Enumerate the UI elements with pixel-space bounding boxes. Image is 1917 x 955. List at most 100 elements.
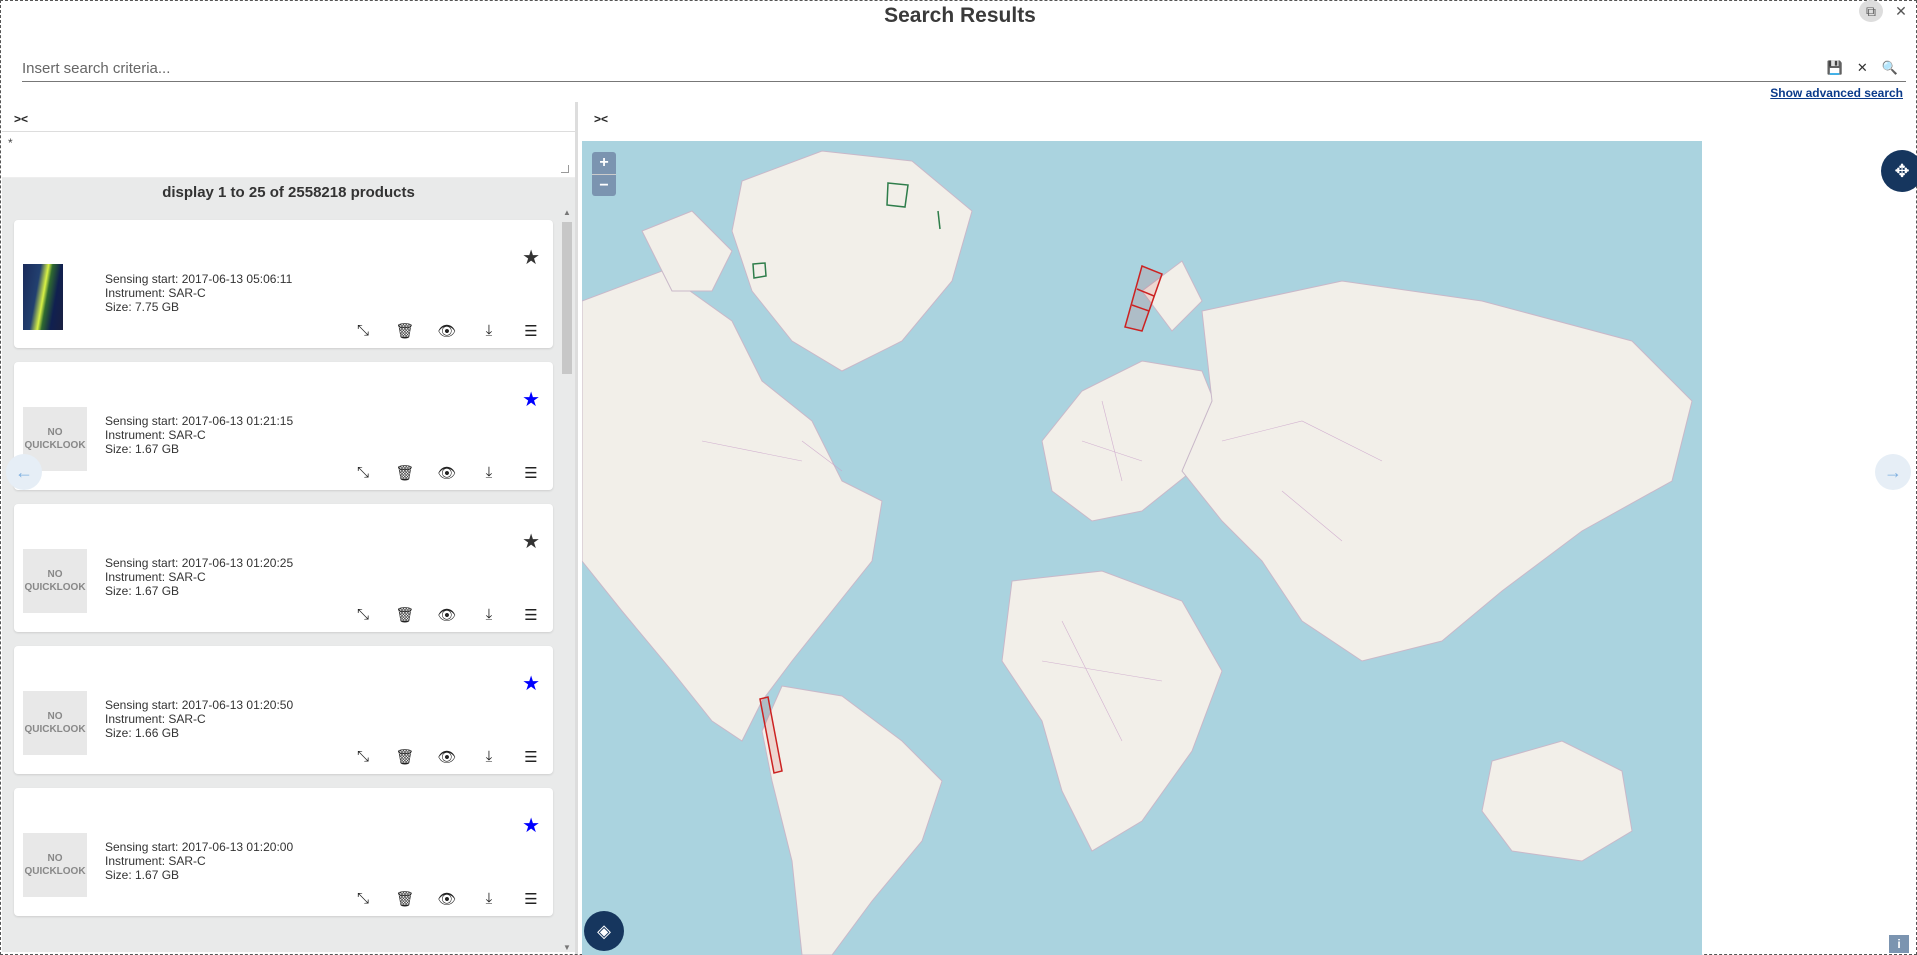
delete-icon[interactable]: 🗑 [395, 322, 415, 340]
product-instrument: Instrument: SAR-C [105, 428, 206, 442]
product-sensing: Sensing start: 2017-06-13 01:21:15 [105, 414, 294, 428]
product-sensing: Sensing start: 2017-06-13 01:20:50 [105, 698, 294, 712]
search-actions: 💾 ✕ 🔍 [1827, 60, 1898, 76]
zoom-to-footprint-icon[interactable]: ⤡ [353, 464, 373, 482]
close-icon[interactable]: ✕ [1889, 0, 1913, 22]
search-bar: 💾 ✕ 🔍 [22, 56, 1906, 82]
download-icon[interactable]: ⤓ [479, 606, 499, 624]
details-list-icon[interactable]: ☰ [521, 890, 541, 908]
view-icon[interactable]: 👁 [437, 606, 457, 624]
product-instrument: Instrument: SAR-C [105, 854, 206, 868]
zoom-out-button[interactable]: − [592, 174, 616, 196]
download-icon[interactable]: ⤓ [479, 464, 499, 482]
quicklook-text: NO QUICKLOOK [24, 711, 86, 735]
zoom-to-footprint-icon[interactable]: ⤡ [353, 890, 373, 908]
no-quicklook-placeholder[interactable]: NO QUICKLOOK [23, 691, 87, 755]
product-card[interactable]: NO QUICKLOOK Sensing start: 2017-06-13 01… [14, 504, 553, 632]
next-page-icon[interactable]: → [1875, 454, 1911, 490]
product-sensing: Sensing start: 2017-06-13 05:06:11 [105, 272, 293, 286]
download-icon[interactable]: ⤓ [479, 322, 499, 340]
product-size: Size: 7.75 GB [105, 300, 180, 314]
delete-icon[interactable]: 🗑 [395, 748, 415, 766]
view-icon[interactable]: 👁 [437, 890, 457, 908]
copy-icon[interactable]: ⧉ [1859, 0, 1883, 22]
advanced-search-link[interactable]: Show advanced search [1770, 86, 1903, 100]
product-instrument: Instrument: SAR-C [105, 712, 206, 726]
product-info: Sensing start: 2017-06-13 05:06:11 Instru… [105, 272, 292, 314]
product-info: Sensing start: 2017-06-13 01:20:50 Instru… [105, 698, 293, 740]
favorite-star-icon[interactable]: ★ [522, 671, 540, 696]
delete-icon[interactable]: 🗑 [395, 606, 415, 624]
product-card[interactable]: NO QUICKLOOK Sensing start: 2017-06-13 01… [14, 788, 553, 916]
view-icon[interactable]: 👁 [437, 748, 457, 766]
list-collapse-toggle[interactable]: >< [2, 102, 575, 132]
product-actions: ⤡ 🗑 👁 ⤓ ☰ [353, 890, 541, 908]
details-list-icon[interactable]: ☰ [521, 322, 541, 340]
product-size: Size: 1.66 GB [105, 726, 180, 740]
layers-icon[interactable]: ◈ [584, 911, 624, 951]
view-icon[interactable]: 👁 [437, 322, 457, 340]
search-input[interactable] [22, 56, 1802, 80]
scroll-thumb[interactable] [562, 222, 572, 374]
details-list-icon[interactable]: ☰ [521, 464, 541, 482]
map-panel: >< + − ◈ i [582, 102, 1917, 955]
product-sensing: Sensing start: 2017-06-13 01:20:25 [105, 556, 294, 570]
view-icon[interactable]: 👁 [437, 464, 457, 482]
africa-land [1001, 570, 1223, 852]
map-info-button[interactable]: i [1889, 935, 1909, 953]
save-icon[interactable]: 💾 [1827, 60, 1843, 76]
details-list-icon[interactable]: ☰ [521, 748, 541, 766]
product-info: Sensing start: 2017-06-13 01:21:15 Instru… [105, 414, 293, 456]
zoom-in-button[interactable]: + [592, 152, 616, 174]
favorite-star-icon[interactable]: ★ [522, 387, 540, 412]
no-quicklook-placeholder[interactable]: NO QUICKLOOK [23, 833, 87, 897]
filter-value: * [8, 136, 13, 150]
download-icon[interactable]: ⤓ [479, 890, 499, 908]
search-icon[interactable]: 🔍 [1882, 60, 1898, 76]
product-actions: ⤡ 🗑 👁 ⤓ ☰ [353, 606, 541, 624]
product-size: Size: 1.67 GB [105, 584, 180, 598]
product-size: Size: 1.67 GB [105, 868, 180, 882]
resize-handle[interactable] [561, 165, 569, 173]
previous-page-icon[interactable]: ← [6, 454, 42, 490]
product-actions: ⤡ 🗑 👁 ⤓ ☰ [353, 748, 541, 766]
favorite-star-icon[interactable]: ★ [522, 245, 540, 270]
map-collapse-toggle[interactable]: >< [582, 102, 1917, 140]
favorite-star-icon[interactable]: ★ [522, 813, 540, 838]
quicklook-text: NO QUICKLOOK [24, 427, 86, 451]
product-card[interactable]: NO QUICKLOOK Sensing start: 2017-06-13 01… [14, 646, 553, 774]
download-icon[interactable]: ⤓ [479, 748, 499, 766]
no-quicklook-placeholder[interactable]: NO QUICKLOOK [23, 549, 87, 613]
product-card[interactable]: Sensing start: 2017-06-13 05:06:11 Instru… [14, 220, 553, 348]
list-scrollbar[interactable]: ▲ ▼ [562, 208, 572, 952]
zoom-control: + − [592, 152, 616, 196]
scroll-down-icon[interactable]: ▼ [563, 943, 571, 952]
clear-icon[interactable]: ✕ [1857, 60, 1868, 76]
favorite-star-icon[interactable]: ★ [522, 529, 540, 554]
australia-land [1481, 740, 1633, 862]
world-map[interactable]: + − ◈ [582, 141, 1702, 955]
delete-icon[interactable]: 🗑 [395, 890, 415, 908]
zoom-to-footprint-icon[interactable]: ⤡ [353, 322, 373, 340]
quicklook-image[interactable] [23, 264, 63, 330]
zoom-to-footprint-icon[interactable]: ⤡ [353, 748, 373, 766]
window-controls: ⧉ ✕ [1859, 0, 1913, 22]
results-count: display 1 to 25 of 2558218 products [2, 178, 575, 208]
product-info: Sensing start: 2017-06-13 01:20:00 Instru… [105, 840, 293, 882]
product-card[interactable]: NO QUICKLOOK Sensing start: 2017-06-13 01… [14, 362, 553, 490]
filter-textarea[interactable]: * [2, 132, 575, 178]
move-icon[interactable]: ✥ [1881, 150, 1917, 192]
results-panel: >< * display 1 to 25 of 2558218 products… [2, 102, 578, 954]
greenland-land [731, 150, 973, 372]
page-title: Search Results [884, 4, 1036, 27]
quicklook-text: NO QUICKLOOK [24, 569, 86, 593]
product-size: Size: 1.67 GB [105, 442, 180, 456]
zoom-to-footprint-icon[interactable]: ⤡ [353, 606, 373, 624]
scroll-up-icon[interactable]: ▲ [563, 208, 571, 217]
product-list: Sensing start: 2017-06-13 05:06:11 Instru… [2, 208, 575, 952]
details-list-icon[interactable]: ☰ [521, 606, 541, 624]
delete-icon[interactable]: 🗑 [395, 464, 415, 482]
product-info: Sensing start: 2017-06-13 01:20:25 Instru… [105, 556, 293, 598]
product-actions: ⤡ 🗑 👁 ⤓ ☰ [353, 322, 541, 340]
product-instrument: Instrument: SAR-C [105, 570, 206, 584]
